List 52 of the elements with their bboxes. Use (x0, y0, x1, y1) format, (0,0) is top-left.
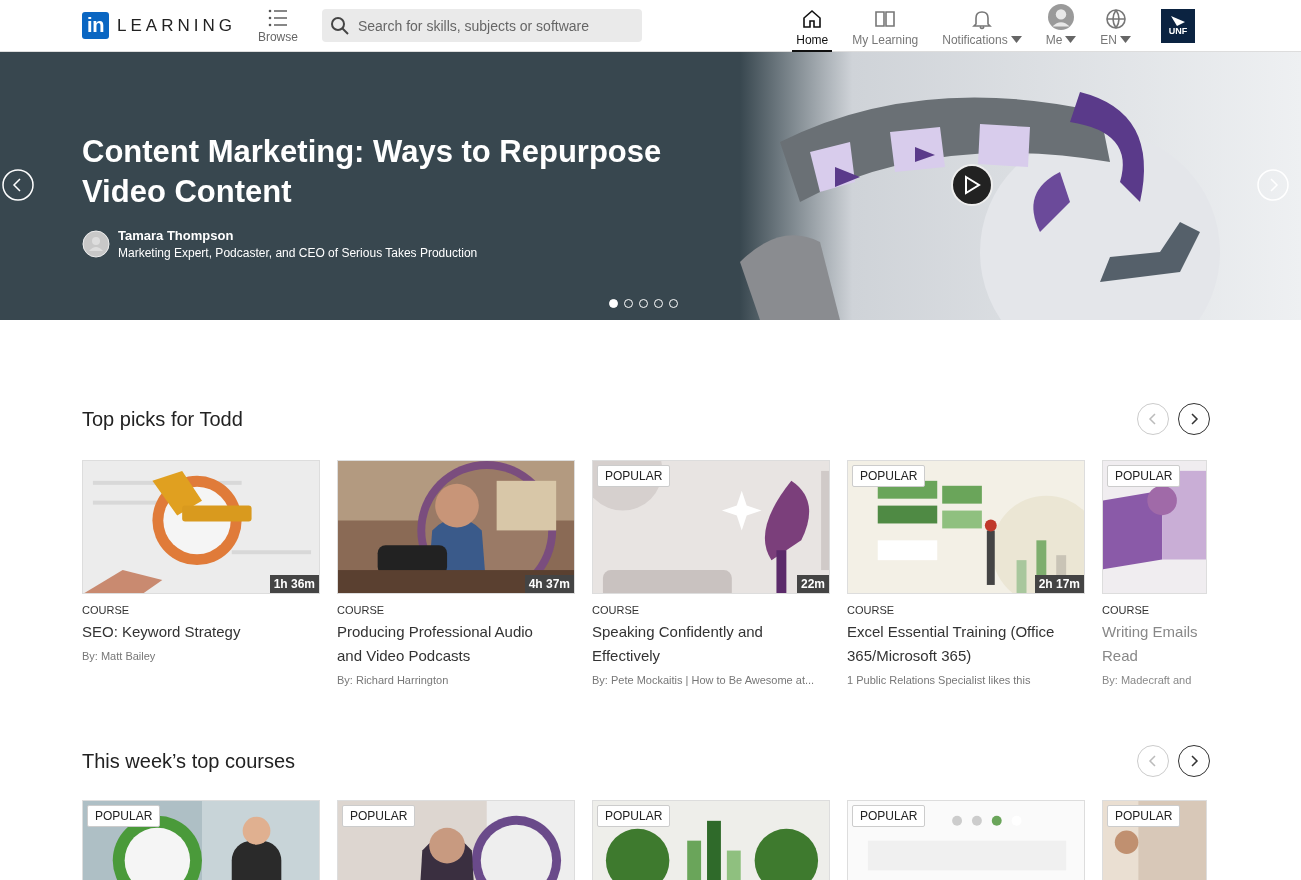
avatar (1046, 3, 1076, 30)
course-byline: By: Pete Mockaitis | How to Be Awesome at... (592, 674, 816, 686)
nav-tab[interactable]: EN (1096, 0, 1135, 52)
author-avatar (82, 230, 110, 258)
course-title[interactable]: Speaking Confidently and Effectively (592, 620, 830, 668)
previous-slide-button[interactable] (2, 169, 34, 201)
course-title[interactable]: Content Marketing: Ways to Repurpose Video Content (82, 132, 722, 212)
duration-label: 1h 36m (269, 575, 319, 593)
popular-badge: POPULAR (597, 805, 671, 827)
search-field[interactable]: Search for skills, subjects or software (321, 9, 642, 42)
globe-icon (1104, 7, 1127, 30)
course-byline: By: Matt Bailey (82, 650, 157, 662)
nav-tab[interactable]: Me (1041, 0, 1081, 52)
content-type: COURSE (847, 604, 896, 616)
content-type: COURSE (592, 604, 641, 616)
author-name: Tamara Thompson (118, 228, 235, 243)
next-button[interactable] (1178, 403, 1210, 435)
next-button[interactable] (1178, 745, 1210, 777)
popular-badge: POPULAR (852, 805, 926, 827)
organization-logo[interactable]: UNF (1161, 8, 1195, 43)
author-title: Marketing Expert, Podcaster, and CEO of Serious Takes Production (118, 246, 478, 260)
duration-label: 2h 17m (1034, 575, 1084, 593)
popular-badge: POPULAR (852, 465, 926, 487)
section-title: This week’s top courses (82, 749, 296, 773)
course-title[interactable]: Producing Professional Audio and Video Podcasts (337, 620, 575, 668)
nav-tab[interactable]: My Learning (848, 0, 923, 52)
nav-tab[interactable]: Notifications (938, 0, 1026, 52)
search-icon (329, 16, 350, 36)
play-icon (963, 175, 981, 195)
browse-button[interactable]: Browse (257, 7, 298, 44)
course-title[interactable]: Excel Essential Training (Office 365/Microsoft 365) (847, 620, 1085, 668)
popular-badge: POPULAR (87, 805, 161, 827)
content-type: COURSE (337, 604, 386, 616)
logo-mark[interactable]: in (82, 12, 109, 39)
list-icon (266, 7, 289, 28)
home-icon (801, 7, 824, 30)
course-byline: 1 Public Relations Specialist likes this (847, 674, 1032, 686)
course-byline: By: Richard Harrington (337, 674, 450, 686)
course-title[interactable]: Writing Emails Read (1102, 620, 1207, 668)
content-type: COURSE (82, 604, 131, 616)
popular-badge: POPULAR (597, 465, 671, 487)
section-title: Top picks for Todd (82, 407, 243, 431)
carousel-dot[interactable] (609, 299, 618, 308)
duration-label: 22m (796, 575, 829, 593)
course-title[interactable]: SEO: Keyword Strategy (82, 620, 320, 644)
popular-badge: POPULAR (1107, 805, 1181, 827)
content-type: COURSE (1102, 604, 1151, 616)
logo-wordmark: LEARNING (117, 15, 236, 36)
popular-badge: POPULAR (342, 805, 416, 827)
course-byline: By: Madecraft and (1102, 674, 1193, 686)
popular-badge: POPULAR (1107, 465, 1181, 487)
duration-label: 4h 37m (524, 575, 574, 593)
